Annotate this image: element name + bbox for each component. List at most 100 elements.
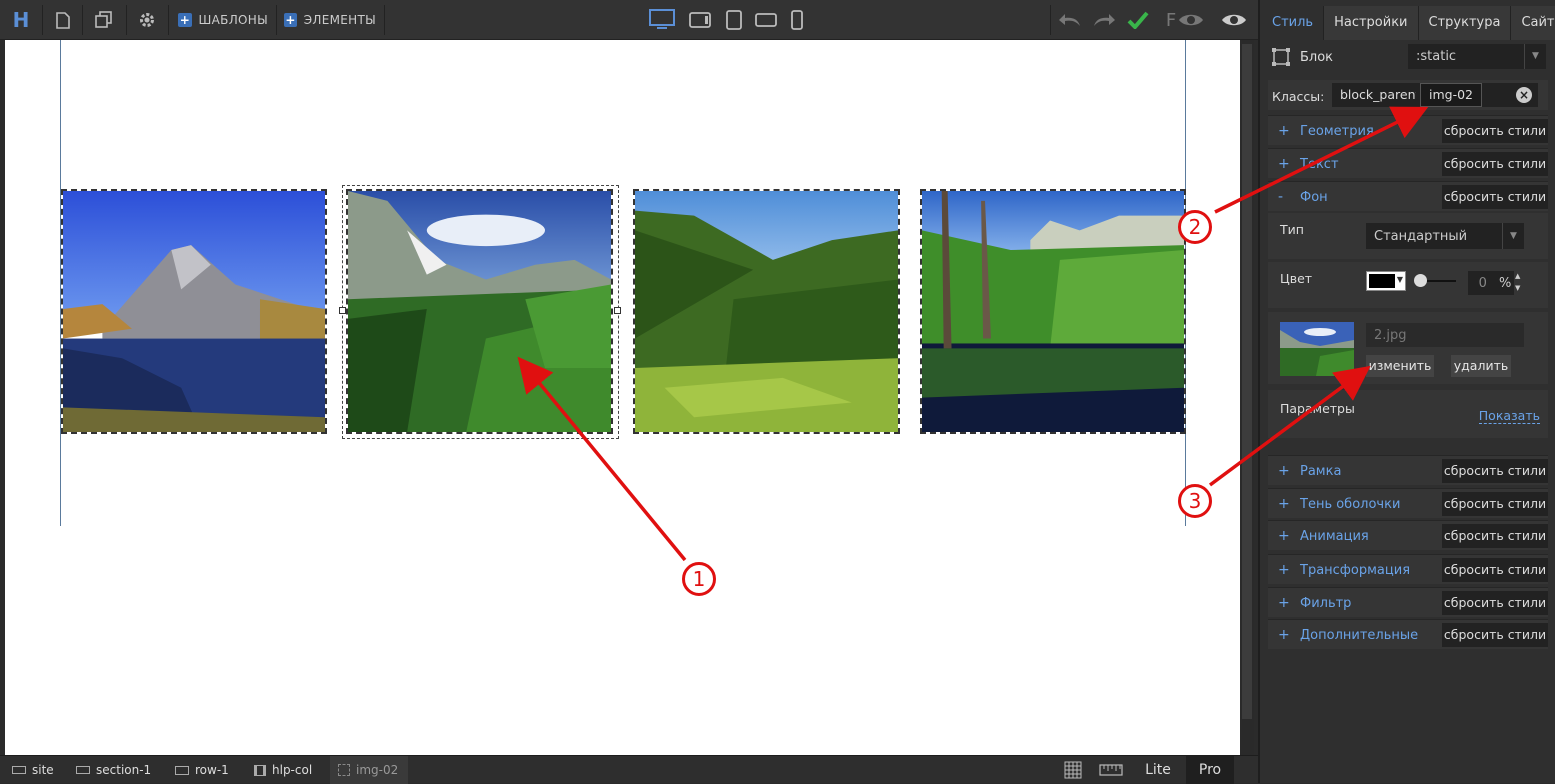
image-forest-lake[interactable] bbox=[920, 189, 1186, 434]
reset-styles-button[interactable]: сбросить стили bbox=[1442, 459, 1548, 483]
breadcrumb-section-1[interactable]: section-1 bbox=[76, 756, 151, 784]
reset-styles-button[interactable]: сбросить стили bbox=[1442, 119, 1548, 143]
phone-landscape-icon[interactable] bbox=[753, 0, 779, 40]
gear-icon[interactable] bbox=[134, 0, 160, 40]
breadcrumb-label: section-1 bbox=[96, 763, 152, 777]
expand-icon: + bbox=[1278, 528, 1290, 544]
section-filter[interactable]: + Фильтр сбросить стили bbox=[1268, 587, 1548, 617]
opacity-value: 0 bbox=[1478, 275, 1487, 291]
phone-portrait-icon[interactable] bbox=[786, 0, 808, 40]
bg-type-value: Стандартный bbox=[1374, 228, 1468, 244]
block-icon bbox=[1272, 48, 1290, 66]
reset-styles-button[interactable]: сбросить стили bbox=[1442, 185, 1548, 209]
classes-label: Классы: bbox=[1272, 89, 1325, 104]
section-background[interactable]: - Фон сбросить стили bbox=[1268, 181, 1548, 211]
undo-icon[interactable] bbox=[1056, 0, 1084, 40]
bg-type-label: Тип bbox=[1280, 222, 1304, 237]
bg-image-thumbnail bbox=[1280, 322, 1354, 376]
section-icon bbox=[76, 766, 90, 774]
templates-button[interactable]: + ШАБЛОНЫ bbox=[178, 0, 268, 40]
image-mountain-lake[interactable] bbox=[61, 189, 327, 434]
opacity-slider[interactable] bbox=[1414, 274, 1456, 287]
bg-params-row: Параметры Показать bbox=[1268, 390, 1548, 438]
lite-mode-button[interactable]: Lite bbox=[1138, 756, 1178, 784]
tab-site[interactable]: Сайт bbox=[1511, 6, 1555, 40]
preview-f-button[interactable]: F bbox=[1160, 0, 1210, 40]
color-picker[interactable]: ▼ bbox=[1366, 271, 1406, 291]
tab-structure[interactable]: Структура bbox=[1418, 6, 1512, 40]
reset-styles-button[interactable]: сбросить стили bbox=[1442, 492, 1548, 516]
section-animation[interactable]: + Анимация сбросить стили bbox=[1268, 520, 1548, 550]
opacity-input[interactable]: 0 % bbox=[1468, 271, 1514, 295]
expand-icon: + bbox=[1278, 595, 1290, 611]
bg-image-row: 2.jpg изменить удалить bbox=[1268, 312, 1548, 384]
state-select[interactable]: :static ▼ bbox=[1408, 44, 1546, 69]
section-geometry[interactable]: + Геометрия сбросить стили bbox=[1268, 115, 1548, 145]
elements-label: ЭЛЕМЕНТЫ bbox=[303, 13, 376, 27]
grid-icon[interactable] bbox=[1064, 756, 1082, 784]
class-tag-block-parent[interactable]: block_parent bbox=[1340, 87, 1416, 102]
bg-color-row: Цвет ▼ 0 % ▲ ▼ bbox=[1268, 262, 1548, 308]
reset-styles-button[interactable]: сбросить стили bbox=[1442, 623, 1548, 647]
ruler-icon[interactable] bbox=[1099, 756, 1123, 784]
block-row: Блок :static ▼ bbox=[1268, 44, 1548, 70]
breadcrumb-label: site bbox=[32, 763, 54, 777]
breadcrumb-row-1[interactable]: row-1 bbox=[175, 756, 229, 784]
section-label: Трансформация bbox=[1300, 563, 1411, 578]
bg-type-select[interactable]: Стандартный ▼ bbox=[1366, 223, 1524, 249]
redo-icon[interactable] bbox=[1090, 0, 1118, 40]
opacity-stepper[interactable]: ▲ ▼ bbox=[1515, 270, 1525, 294]
delete-image-button[interactable]: удалить bbox=[1451, 355, 1511, 377]
show-params-link[interactable]: Показать bbox=[1478, 408, 1540, 424]
change-image-button[interactable]: изменить bbox=[1366, 355, 1434, 377]
chevron-down-icon: ▼ bbox=[1502, 223, 1524, 249]
scroll-thumb[interactable] bbox=[1242, 44, 1252, 719]
expand-icon: + bbox=[1278, 562, 1290, 578]
desktop-icon[interactable] bbox=[646, 0, 678, 40]
canvas[interactable] bbox=[5, 40, 1240, 755]
image-alpine-valley[interactable] bbox=[346, 189, 613, 434]
save-check-icon[interactable] bbox=[1124, 0, 1152, 40]
copy-icon[interactable] bbox=[90, 0, 118, 40]
reset-styles-button[interactable]: сбросить стили bbox=[1442, 524, 1548, 548]
eye-icon bbox=[1179, 14, 1204, 26]
tablet-portrait-icon[interactable] bbox=[722, 0, 746, 40]
new-page-icon[interactable] bbox=[50, 0, 76, 40]
clear-icon[interactable]: × bbox=[1516, 87, 1532, 103]
tab-style[interactable]: Стиль bbox=[1262, 6, 1325, 40]
plus-icon: + bbox=[178, 13, 192, 27]
image-green-hills[interactable] bbox=[633, 189, 900, 434]
block-label: Блок bbox=[1300, 50, 1334, 65]
bg-type-row: Тип Стандартный ▼ bbox=[1268, 213, 1548, 259]
logo[interactable]: H bbox=[6, 0, 36, 40]
resize-handle-left[interactable] bbox=[339, 307, 346, 314]
section-label: Анимация bbox=[1300, 529, 1369, 544]
reset-styles-button[interactable]: сбросить стили bbox=[1442, 558, 1548, 582]
expand-icon: + bbox=[1278, 627, 1290, 643]
tablet-landscape-icon[interactable] bbox=[687, 0, 713, 40]
expand-icon: + bbox=[1278, 496, 1290, 512]
tab-settings[interactable]: Настройки bbox=[1324, 6, 1419, 40]
elements-button[interactable]: + ЭЛЕМЕНТЫ bbox=[284, 0, 376, 40]
breadcrumb-site[interactable]: site bbox=[12, 756, 54, 784]
preview-eye-icon[interactable] bbox=[1218, 0, 1250, 40]
reset-styles-button[interactable]: сбросить стили bbox=[1442, 152, 1548, 176]
section-transform[interactable]: + Трансформация сбросить стили bbox=[1268, 554, 1548, 584]
canvas-scrollbar[interactable] bbox=[1240, 40, 1254, 755]
section-text[interactable]: + Текст сбросить стили bbox=[1268, 148, 1548, 178]
classes-input[interactable]: block_parent img-02 × bbox=[1332, 83, 1538, 107]
state-value: :static bbox=[1416, 49, 1457, 64]
reset-styles-button[interactable]: сбросить стили bbox=[1442, 591, 1548, 615]
opacity-unit: % bbox=[1498, 275, 1512, 291]
breadcrumb-img-02[interactable]: img-02 bbox=[330, 756, 409, 784]
section-border[interactable]: + Рамка сбросить стили bbox=[1268, 455, 1548, 485]
params-label: Параметры bbox=[1280, 401, 1355, 416]
expand-icon: + bbox=[1278, 463, 1290, 479]
section-additional[interactable]: + Дополнительные сбросить стили bbox=[1268, 619, 1548, 649]
class-tag-img-02[interactable]: img-02 bbox=[1420, 83, 1483, 107]
breadcrumb-hlp-col[interactable]: hlp-col bbox=[254, 756, 312, 784]
resize-handle-right[interactable] bbox=[614, 307, 621, 314]
section-shadow[interactable]: + Тень оболочки сбросить стили bbox=[1268, 488, 1548, 518]
slider-knob[interactable] bbox=[1414, 274, 1427, 287]
pro-mode-button[interactable]: Pro bbox=[1186, 756, 1234, 784]
